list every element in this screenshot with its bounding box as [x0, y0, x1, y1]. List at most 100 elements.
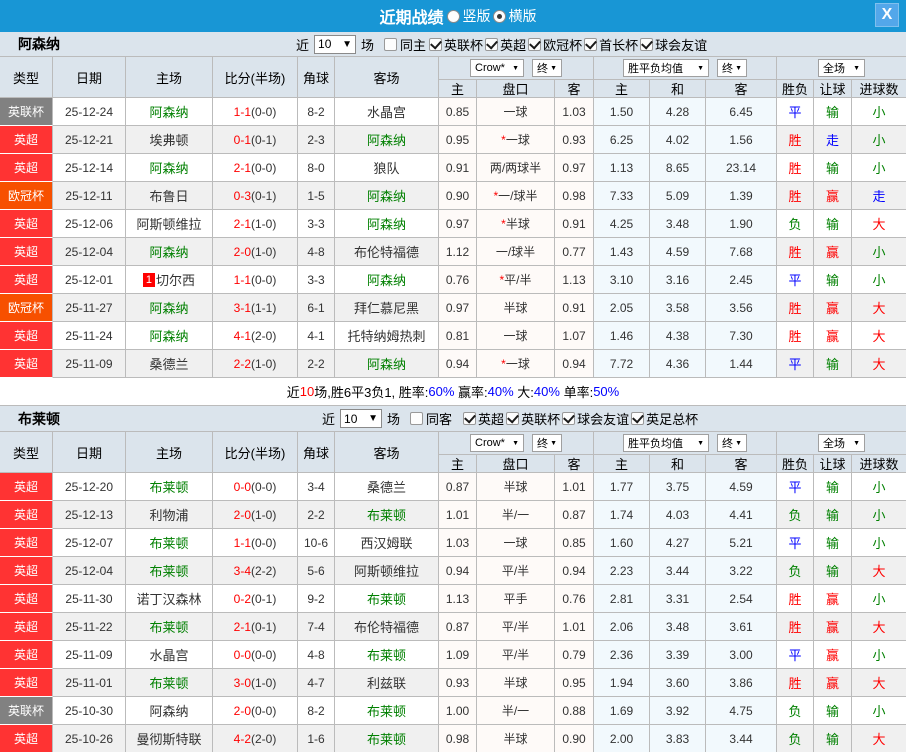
radio-vertical-label[interactable]: 竖版: [463, 6, 491, 26]
result-handicap: 输: [814, 557, 852, 585]
result-handicap: 输: [814, 501, 852, 529]
league-checkbox-label-4[interactable]: 球会友谊: [655, 35, 707, 54]
avg-draw: 4.02: [650, 126, 706, 154]
scope-select[interactable]: 全场 ▼: [818, 434, 865, 452]
odds-away: 0.94: [555, 557, 594, 585]
result-goals: 小: [852, 697, 906, 725]
away-team-name: 托特纳姆热刺: [347, 329, 426, 344]
avg-home: 2.00: [594, 725, 650, 752]
result-wdl: 胜: [777, 585, 814, 613]
home-team: 布莱顿: [126, 529, 213, 557]
league-checkbox-3[interactable]: [631, 412, 645, 425]
result-goals: 小: [852, 238, 906, 266]
summary-segment-8: 单率:: [559, 385, 594, 400]
avg-select[interactable]: 胜平负均值 ▼: [623, 434, 709, 452]
away-team-name: 布伦特福德: [353, 245, 419, 260]
avg-select[interactable]: 胜平负均值 ▼: [623, 59, 709, 77]
handicap: 一球: [477, 98, 555, 126]
corners: 3-3: [298, 266, 335, 294]
match-score: 4-1 (2-0): [213, 322, 298, 350]
odds-away: 0.94: [555, 350, 594, 378]
same-venue-checkbox[interactable]: [410, 412, 424, 425]
away-team: 利兹联: [335, 669, 439, 697]
away-team: 布莱顿: [335, 641, 439, 669]
league-checkbox-1[interactable]: [485, 37, 499, 51]
odds-away: 0.95: [555, 669, 594, 697]
league-checkbox-label-1[interactable]: 英联杯: [521, 409, 560, 428]
avg-final-select[interactable]: 终 ▼: [717, 434, 747, 452]
col-header-goals: 进球数: [852, 80, 906, 98]
league-badge: 英超: [0, 557, 53, 585]
league-checkbox-label-3[interactable]: 英足总杯: [646, 409, 698, 428]
radio-horizontal-label[interactable]: 横版: [509, 6, 537, 26]
result-wdl: 平: [777, 98, 814, 126]
odds-home: 0.90: [439, 182, 477, 210]
result-wdl: 平: [777, 529, 814, 557]
same-venue-checkbox[interactable]: [384, 37, 398, 51]
result-handicap: 赢: [814, 322, 852, 350]
away-team: 西汉姆联: [335, 529, 439, 557]
avg-home: 4.25: [594, 210, 650, 238]
league-checkbox-2[interactable]: [562, 412, 576, 425]
odds-source-select[interactable]: Crow* ▼: [470, 59, 524, 77]
league-checkbox-1[interactable]: [506, 412, 520, 425]
handicap: 半/一: [477, 501, 555, 529]
league-checkbox-label-3[interactable]: 首长杯: [599, 35, 638, 54]
avg-home: 1.13: [594, 154, 650, 182]
corners: 4-8: [298, 238, 335, 266]
league-checkbox-label-0[interactable]: 英超: [478, 409, 504, 428]
match-count-select[interactable]: 10 ▼: [340, 409, 383, 428]
odds-final-select[interactable]: 终 ▼: [532, 434, 562, 452]
avg-home: 1.60: [594, 529, 650, 557]
league-checkbox-0[interactable]: [429, 37, 443, 51]
avg-final-select-value: 终: [722, 63, 733, 75]
half-score: (1-0): [251, 244, 277, 259]
avg-away: 3.61: [706, 613, 777, 641]
handicap-value: 一球: [505, 133, 530, 147]
radio-vertical[interactable]: [446, 9, 460, 23]
league-checkbox-0[interactable]: [463, 412, 477, 425]
odds-final-select[interactable]: 终 ▼: [532, 59, 562, 77]
match-count-select[interactable]: 10 ▼: [314, 34, 357, 54]
league-checkbox-label-2[interactable]: 欧冠杯: [543, 35, 582, 54]
home-team-name: 切尔西: [156, 273, 196, 288]
league-checkbox-2[interactable]: [528, 37, 542, 51]
same-venue-label[interactable]: 同客: [426, 409, 452, 428]
summary-segment-2: 场,胜6平3负1, 胜率:: [314, 385, 429, 400]
league-badge: 英超: [0, 613, 53, 641]
avg-draw: 3.92: [650, 697, 706, 725]
radio-horizontal[interactable]: [492, 9, 506, 23]
avg-final-select[interactable]: 终 ▼: [717, 59, 747, 77]
league-checkbox-label-1[interactable]: 英超: [500, 35, 526, 54]
handicap-value: 平/半: [501, 620, 530, 634]
odds-source-select[interactable]: Crow* ▼: [470, 434, 524, 452]
away-team-name: 布莱顿: [366, 704, 406, 719]
same-venue-label[interactable]: 同主: [400, 35, 426, 54]
close-icon[interactable]: X: [875, 3, 899, 27]
scope-select[interactable]: 全场 ▼: [818, 59, 865, 77]
handicap-value: 半球: [505, 217, 530, 231]
away-team-name: 布莱顿: [366, 732, 406, 747]
half-score: (0-0): [251, 272, 277, 287]
col-header-wdl: 胜负: [777, 80, 814, 98]
home-team-name: 阿森纳: [149, 245, 189, 260]
result-goals: 大: [852, 322, 906, 350]
full-score: 0-0: [233, 479, 251, 494]
dropdown-arrow-icon: ▼: [697, 439, 704, 447]
avg-draw: 4.36: [650, 350, 706, 378]
league-checkbox-3[interactable]: [584, 37, 598, 51]
col-header-away: 客场: [335, 57, 439, 98]
full-score: 2-0: [233, 507, 251, 522]
corners: 9-2: [298, 585, 335, 613]
match-score: 2-1 (0-1): [213, 613, 298, 641]
match-date: 25-12-21: [53, 126, 126, 154]
match-date: 25-11-01: [53, 669, 126, 697]
result-handicap: 输: [814, 266, 852, 294]
league-checkbox-4[interactable]: [640, 37, 654, 51]
league-checkbox-label-0[interactable]: 英联杯: [444, 35, 483, 54]
result-wdl: 胜: [777, 182, 814, 210]
home-team-name: 诺丁汉森林: [136, 592, 202, 607]
league-checkbox-label-2[interactable]: 球会友谊: [577, 409, 629, 428]
home-team-name: 布莱顿: [149, 676, 189, 691]
summary-segment-4: 赢率:: [454, 385, 488, 400]
